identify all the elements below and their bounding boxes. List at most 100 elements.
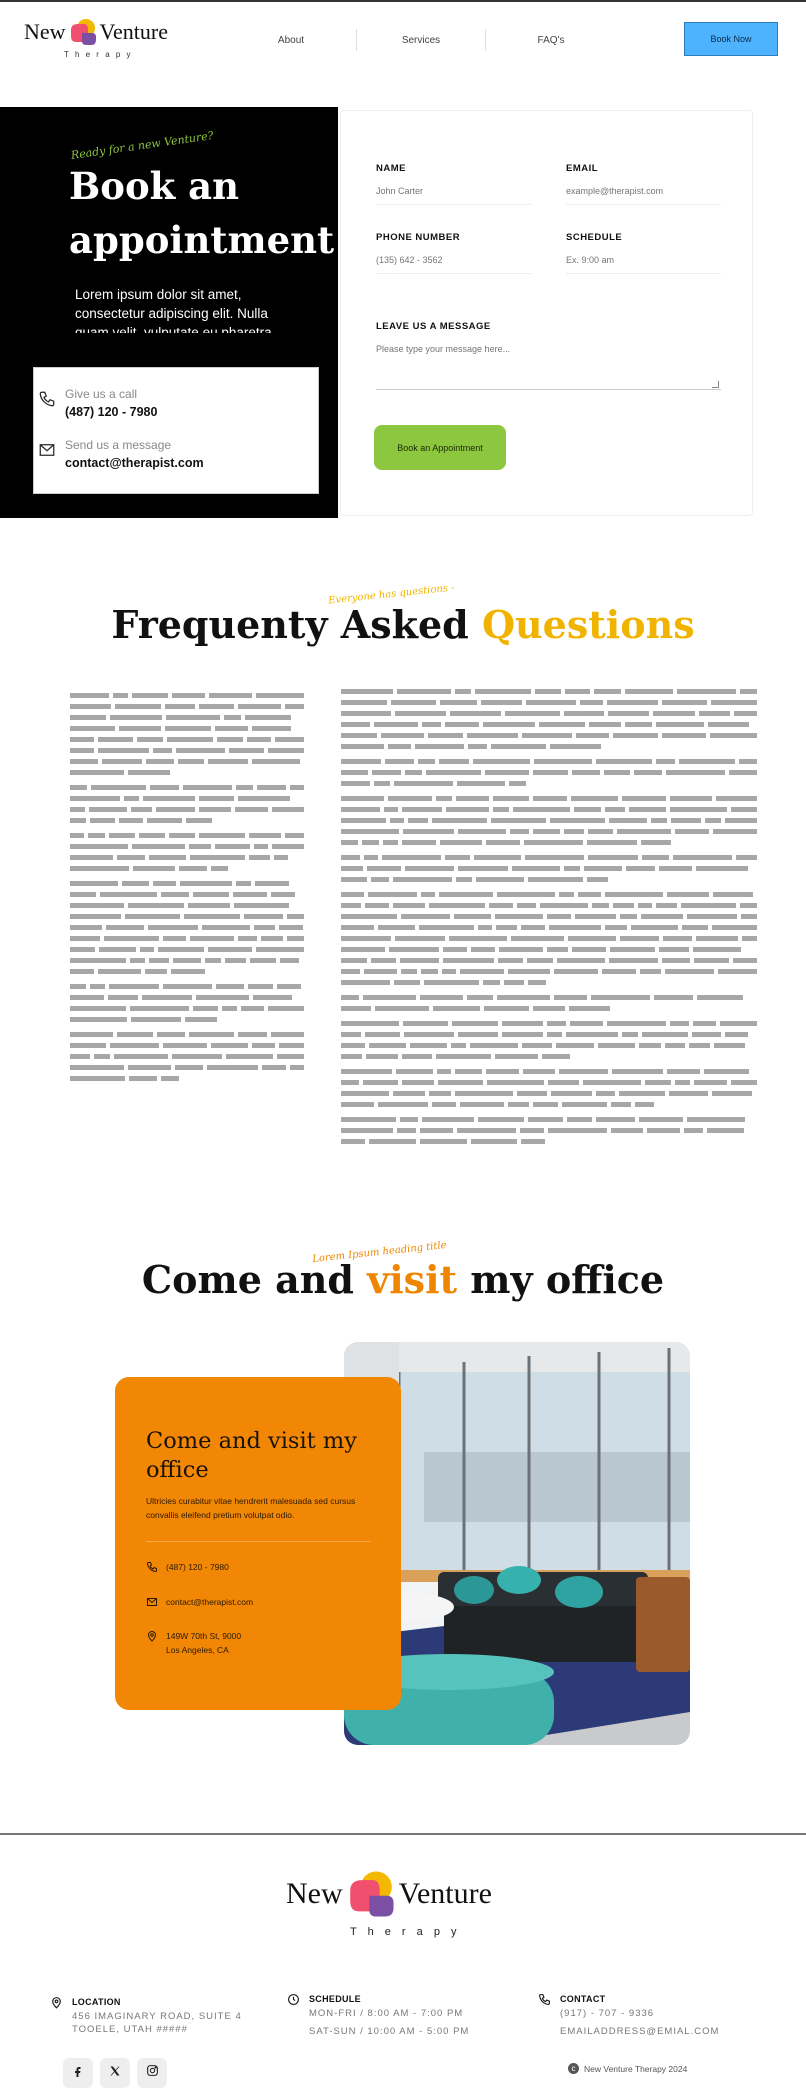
x-twitter-button[interactable] (100, 2058, 130, 2088)
name-label: NAME (376, 163, 406, 174)
book-now-button[interactable]: Book Now (684, 22, 778, 56)
call-label: Give us a call (65, 387, 138, 401)
faq-placeholder-paragraph (70, 984, 304, 1022)
footer-schedule-heading: SCHEDULE (309, 1994, 361, 2004)
faq-placeholder-line (341, 759, 757, 764)
mail-icon (146, 1595, 158, 1607)
faq-placeholder-paragraph (341, 855, 757, 882)
logo-word-left: New (24, 19, 66, 44)
faq-placeholder-line (341, 892, 757, 897)
copyright-text: New Venture Therapy 2024 (584, 2063, 688, 2074)
footer-location-line1: 456 IMAGINARY ROAD, SUITE 4 (72, 2011, 242, 2022)
phone-field-group: PHONE NUMBER (376, 232, 531, 274)
clock-icon (287, 1993, 300, 2006)
resize-handle-icon[interactable] (712, 381, 719, 388)
name-input[interactable] (376, 184, 531, 205)
visit-title-accent: visit (367, 1257, 458, 1302)
faq-placeholder-line (70, 770, 304, 775)
faq-placeholder-paragraph (341, 1021, 757, 1059)
faq-placeholder-line (70, 1017, 304, 1022)
faq-placeholder-line (341, 1091, 757, 1096)
nav-services[interactable]: Services (357, 35, 485, 46)
footer-phone[interactable]: (917) - 707 - 9336 (560, 2008, 654, 2019)
faq-left-column (70, 693, 304, 1169)
faq-placeholder-line (70, 1076, 304, 1081)
book-appointment-button[interactable]: Book an Appointment (374, 425, 506, 470)
name-field-group: NAME (376, 163, 531, 205)
call-row[interactable]: Give us a call (487) 120 - 7980 (34, 387, 320, 427)
email-input[interactable] (566, 184, 721, 205)
visit-title-before: Come and (141, 1257, 354, 1302)
footer-logo[interactable]: New Venture T h e r a p y (286, 1866, 492, 1938)
faq-placeholder-line (70, 759, 304, 764)
mail-icon (38, 441, 56, 459)
faq-placeholder-line (341, 733, 757, 738)
footer-logo-word-left: New (286, 1877, 343, 1910)
faq-placeholder-line (341, 689, 757, 694)
message-textarea[interactable] (376, 342, 721, 390)
header-logo[interactable]: New Venture T h e r a p y (24, 12, 168, 59)
faq-placeholder-line (341, 770, 757, 775)
main-nav: About Services FAQ's (240, 28, 640, 52)
footer-email[interactable]: EMAILADDRESS@EMIAL.COM (560, 2026, 719, 2037)
faq-placeholder-paragraph (70, 1032, 304, 1081)
faq-placeholder-line (70, 881, 304, 886)
faq-placeholder-line (341, 855, 757, 860)
faq-placeholder-line (70, 737, 304, 742)
faq-placeholder-line (341, 1021, 757, 1026)
schedule-input[interactable] (566, 253, 721, 274)
visit-address-line1: 149W 70th St, 9000 (166, 1631, 242, 1641)
faq-placeholder-paragraph (341, 796, 757, 845)
faq-placeholder-line (70, 1032, 304, 1037)
footer-divider (0, 1833, 806, 1835)
contact-email[interactable]: contact@therapist.com (65, 456, 204, 470)
phone-icon (38, 390, 56, 408)
faq-placeholder-line (341, 936, 757, 941)
visit-card-description: Ultricies curabitur vitae hendrerit male… (146, 1496, 356, 1520)
faq-placeholder-line (341, 947, 757, 952)
nav-about[interactable]: About (240, 35, 342, 46)
faq-placeholder-line (341, 840, 757, 845)
faq-placeholder-line (341, 1102, 757, 1107)
phone-input[interactable] (376, 253, 531, 274)
message-row[interactable]: Send us a message contact@therapist.com (34, 438, 320, 478)
instagram-button[interactable] (137, 2058, 167, 2088)
message-label: Send us a message (65, 438, 172, 452)
footer-contact-heading: CONTACT (560, 1994, 606, 2004)
message-field-label: LEAVE US A MESSAGE (376, 321, 491, 332)
visit-address-row[interactable]: 149W 70th St, 9000 Los Angeles, CA (146, 1629, 386, 1659)
visit-card: Come and visit my office Ultricies curab… (115, 1377, 401, 1710)
faq-placeholder-line (341, 1043, 757, 1048)
nav-faqs[interactable]: FAQ's (486, 35, 616, 46)
faq-placeholder-line (341, 995, 757, 1000)
schedule-label: SCHEDULE (566, 232, 623, 243)
call-number[interactable]: (487) 120 - 7980 (65, 405, 157, 419)
phone-icon (146, 1560, 158, 1573)
faq-placeholder-paragraph (70, 881, 304, 974)
faq-placeholder-line (341, 980, 757, 985)
logo-word-right: Venture (99, 19, 168, 44)
faq-placeholder-paragraph (70, 833, 304, 871)
faq-placeholder-line (341, 1139, 757, 1144)
faq-placeholder-line (341, 925, 757, 930)
faq-title: Frequenty Asked Questions (0, 602, 806, 647)
faq-placeholder-paragraph (341, 1117, 757, 1144)
booking-description: Lorem ipsum dolor sit amet, consectetur … (75, 287, 272, 333)
faq-placeholder-line (70, 892, 304, 897)
faq-placeholder-line (70, 1065, 304, 1070)
faq-placeholder-line (70, 1043, 304, 1048)
faq-placeholder-line (70, 748, 304, 753)
faq-placeholder-line (70, 704, 304, 709)
faq-placeholder-line (70, 947, 304, 952)
faq-placeholder-line (341, 1117, 757, 1122)
facebook-button[interactable] (63, 2058, 93, 2088)
faq-placeholder-paragraph (341, 1069, 757, 1107)
faq-placeholder-line (70, 1006, 304, 1011)
footer-schedule: SCHEDULE MON-FRI / 8:00 AM - 7:00 PM SAT… (287, 1993, 517, 2038)
visit-email-row[interactable]: contact@therapist.com (146, 1595, 386, 1611)
copyright-icon: c (568, 2063, 579, 2074)
visit-phone-row[interactable]: (487) 120 - 7980 (146, 1560, 386, 1576)
visit-card-title: Come and visit my office (146, 1428, 357, 1483)
faq-placeholder-line (70, 796, 304, 801)
faq-placeholder-line (341, 807, 757, 812)
